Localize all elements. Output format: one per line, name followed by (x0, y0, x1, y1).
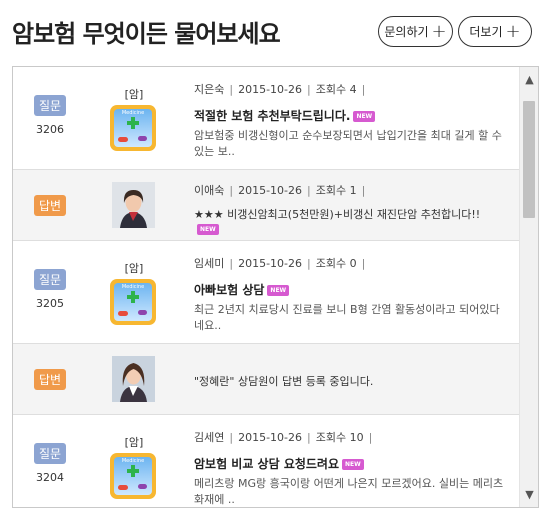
post-meta: 지은숙 | 2015-10-26 | 조회수 4 | (194, 81, 370, 97)
post-date: 2015-10-26 (238, 184, 303, 197)
question-number: 3204 (36, 471, 64, 484)
vertical-scrollbar[interactable]: ▲ ▼ (519, 67, 538, 507)
page-title: 암보험 무엇이든 물어보세요 (12, 20, 281, 48)
meta-separator: | (307, 257, 311, 270)
scrollbar-thumb[interactable] (523, 101, 535, 218)
medicine-app-label: Medicine (121, 458, 145, 464)
chevron-down-icon[interactable]: ▼ (520, 488, 538, 501)
question-preview[interactable]: 메리츠랑 MG랑 흥국이랑 어떤게 나은지 모르겠어요. 실비는 메리츠화재에 … (194, 476, 504, 507)
meta-separator: | (361, 257, 366, 270)
medicine-app-label: Medicine (121, 284, 145, 290)
question-title: 암보험 비교 상담 요청드려요 (194, 457, 340, 471)
question-badge: 질문 (34, 95, 66, 116)
question-preview[interactable]: 암보험중 비갱신형이고 순수보장되면서 납입기간을 최대 길게 할 수 있는 보… (194, 128, 504, 160)
meta-separator: | (229, 184, 234, 197)
more-button[interactable]: 더보기 + (458, 16, 532, 47)
ask-button-label: 문의하기 (384, 25, 429, 39)
author-name: 임세미 (194, 257, 225, 270)
consultant-avatar (112, 182, 155, 228)
answer-text-link[interactable]: ★★★ 비갱신암최고(5천만원)+비갱신 재진단암 추천합니다!! NEW (194, 207, 504, 237)
answer-text: ★★★ 비갱신암최고(5천만원)+비갱신 재진단암 추천합니다!! (194, 208, 481, 221)
post-date: 2015-10-26 (238, 83, 303, 96)
question-number: 3206 (36, 123, 64, 136)
more-button-label: 더보기 (469, 25, 503, 39)
meta-separator: | (361, 83, 366, 96)
question-title: 적절한 보험 추천부탁드립니다. (194, 109, 351, 123)
question-row[interactable]: 질문 3205 [암] Medicine 임세미 | 2015-10-26 | 조회수 … (13, 241, 520, 344)
category-label: [암] (124, 88, 144, 101)
meta-separator: | (307, 431, 311, 444)
answer-badge: 답변 (34, 369, 66, 390)
author-name: 김세연 (194, 431, 225, 444)
medicine-app-label: Medicine (121, 110, 145, 116)
answer-badge: 답변 (34, 195, 66, 216)
answer-row[interactable]: 답변 "정혜란" 상담원이 답변 등록 중입니다. (13, 344, 520, 415)
question-number: 3205 (36, 297, 64, 310)
plus-icon: + (431, 20, 447, 42)
question-preview[interactable]: 최근 2년지 치료당시 진료를 보니 B형 간염 활동성이라고 되어있다네요.. (194, 302, 504, 334)
meta-separator: | (307, 184, 311, 197)
new-badge: NEW (342, 459, 364, 470)
question-title: 아빠보험 상담 (194, 283, 265, 297)
post-meta: 임세미 | 2015-10-26 | 조회수 0 | (194, 255, 370, 271)
answer-status: "정혜란" 상담원이 답변 등록 중입니다. (194, 375, 374, 388)
author-name: 지은숙 (194, 83, 225, 96)
medicine-app-icon: Medicine (110, 279, 156, 325)
question-badge: 질문 (34, 269, 66, 290)
category-label: [암] (124, 436, 144, 449)
post-meta: 이애숙 | 2015-10-26 | 조회수 1 | (194, 182, 370, 198)
meta-separator: | (229, 83, 234, 96)
new-badge: NEW (267, 285, 290, 296)
post-meta: 김세연 | 2015-10-26 | 조회수 10 | (194, 429, 377, 445)
view-count: 조회수 1 (315, 184, 357, 197)
plus-icon: + (505, 20, 521, 42)
new-badge: NEW (197, 224, 219, 235)
author-name: 이애숙 (194, 184, 225, 197)
chevron-up-icon[interactable]: ▲ (520, 73, 538, 86)
question-title-link[interactable]: 적절한 보험 추천부탁드립니다. NEW (194, 107, 376, 124)
view-count: 조회수 0 (315, 257, 357, 270)
consultant-avatar (112, 356, 155, 402)
meta-separator: | (229, 431, 234, 444)
qa-list-frame: 질문 3206 [암] Medicine 지은숙 | 2015-10-26 | 조회수 … (12, 66, 539, 508)
question-badge: 질문 (34, 443, 66, 464)
post-date: 2015-10-26 (238, 431, 303, 444)
view-count: 조회수 10 (315, 431, 364, 444)
question-title-link[interactable]: 암보험 비교 상담 요청드려요 NEW (194, 455, 364, 472)
meta-separator: | (361, 184, 366, 197)
medicine-app-icon: Medicine (110, 453, 156, 499)
ask-button[interactable]: 문의하기 + (378, 16, 453, 47)
meta-separator: | (229, 257, 234, 270)
question-title-link[interactable]: 아빠보험 상담 NEW (194, 281, 290, 298)
question-row[interactable]: 질문 3204 [암] Medicine 김세연 | 2015-10-26 | 조회수 … (13, 415, 520, 507)
category-label: [암] (124, 262, 144, 275)
meta-separator: | (307, 83, 311, 96)
meta-separator: | (368, 431, 373, 444)
board-header: 암보험 무엇이든 물어보세요 문의하기 + 더보기 + (0, 0, 546, 66)
qa-list: 질문 3206 [암] Medicine 지은숙 | 2015-10-26 | 조회수 … (13, 67, 520, 507)
view-count: 조회수 4 (315, 83, 357, 96)
post-date: 2015-10-26 (238, 257, 303, 270)
new-badge: NEW (353, 111, 376, 122)
question-row[interactable]: 질문 3206 [암] Medicine 지은숙 | 2015-10-26 | 조회수 … (13, 67, 520, 170)
medicine-app-icon: Medicine (110, 105, 156, 151)
answer-row[interactable]: 답변 이애숙 | 2015-10-26 | 조회수 1 | ★★★ 비갱신암최고(5천만원… (13, 170, 520, 241)
